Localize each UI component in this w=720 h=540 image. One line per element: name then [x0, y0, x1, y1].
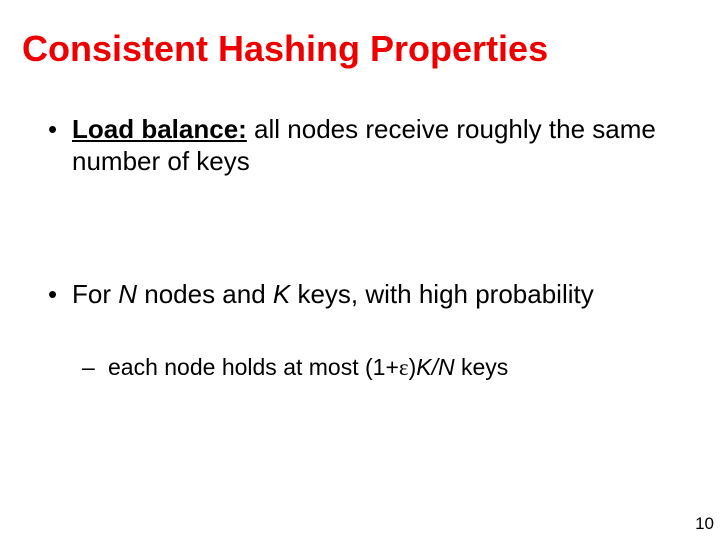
slide-title: Consistent Hashing Properties — [22, 28, 548, 70]
slide: Consistent Hashing Properties Load balan… — [0, 0, 720, 540]
text: For — [72, 279, 118, 309]
var-n: N — [118, 279, 137, 309]
epsilon: ε — [399, 355, 409, 380]
var-kn: K/N — [416, 354, 454, 380]
text: keys — [455, 354, 509, 380]
bullet-for-n-k: For N nodes and K keys, with high probab… — [40, 279, 686, 311]
text: each node holds at most (1+ — [108, 354, 399, 380]
text: nodes and — [137, 279, 273, 309]
bullet-load-balance: Load balance: all nodes receive roughly … — [40, 114, 686, 177]
sub-bullet-bound: each node holds at most (1+ε)K/N keys — [40, 353, 686, 382]
text: keys, with high probability — [290, 279, 593, 309]
var-k: K — [273, 279, 290, 309]
slide-body: Load balance: all nodes receive roughly … — [40, 114, 686, 382]
page-number: 10 — [695, 514, 714, 534]
bullet-label: Load balance: — [72, 114, 247, 144]
